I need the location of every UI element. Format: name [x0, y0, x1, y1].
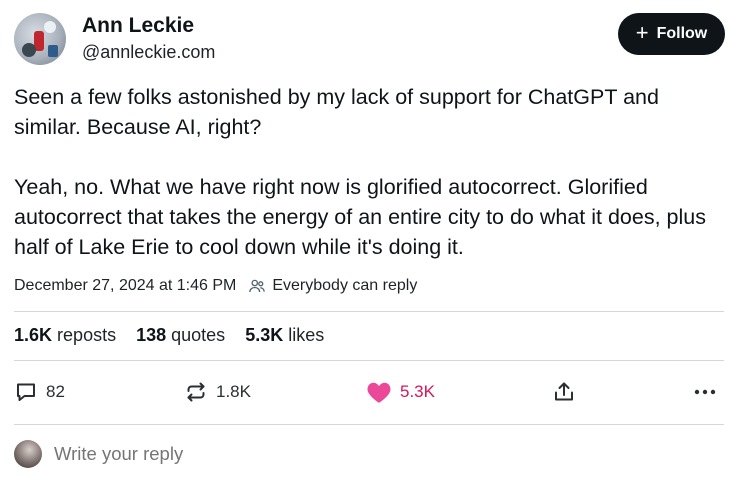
divider — [14, 424, 724, 425]
share-icon — [552, 380, 576, 404]
more-dots-icon — [692, 380, 718, 404]
repost-button[interactable]: 1.8K — [184, 372, 251, 412]
reply-setting[interactable]: Everybody can reply — [248, 277, 417, 295]
current-user-avatar — [14, 440, 42, 468]
author-name[interactable]: Ann Leckie — [82, 14, 194, 38]
likes-stat[interactable]: 5.3K likes — [245, 325, 324, 347]
reply-composer — [14, 438, 454, 470]
action-bar: 82 1.8K 5.3K — [14, 372, 724, 412]
post-meta: December 27, 2024 at 1:46 PM Everybody c… — [14, 275, 417, 297]
author-avatar[interactable] — [14, 13, 66, 65]
post-timestamp[interactable]: December 27, 2024 at 1:46 PM — [14, 277, 236, 295]
reply-setting-label: Everybody can reply — [272, 277, 418, 294]
reply-count: 82 — [46, 382, 65, 401]
post-paragraph: Seen a few folks astonished by my lack o… — [14, 85, 659, 139]
post-paragraph: Yeah, no. What we have right now is glor… — [14, 175, 706, 259]
reply-input[interactable] — [54, 443, 454, 465]
follow-label: Follow — [656, 25, 708, 42]
share-button[interactable] — [552, 372, 576, 412]
plus-icon: + — [635, 20, 649, 45]
divider — [14, 360, 724, 361]
post-text: Seen a few folks astonished by my lack o… — [14, 82, 729, 262]
follow-button[interactable]: + Follow — [619, 14, 724, 54]
reposts-stat[interactable]: 1.6K reposts — [14, 325, 116, 347]
quotes-stat[interactable]: 138 quotes — [136, 325, 225, 347]
reply-bubble-icon — [14, 380, 38, 404]
heart-icon — [366, 380, 392, 404]
engagement-stats: 1.6K reposts 138 quotes 5.3K likes — [14, 325, 324, 347]
repost-count: 1.8K — [216, 382, 251, 401]
divider — [14, 311, 724, 312]
post-card: Ann Leckie @annleckie.com + Follow Seen … — [0, 0, 740, 490]
more-button[interactable] — [692, 372, 718, 412]
reply-button[interactable]: 82 — [14, 372, 65, 412]
people-icon — [248, 277, 266, 295]
like-button[interactable]: 5.3K — [366, 372, 435, 412]
like-count: 5.3K — [400, 382, 435, 401]
repost-arrows-icon — [184, 380, 208, 404]
author-handle[interactable]: @annleckie.com — [82, 41, 215, 63]
